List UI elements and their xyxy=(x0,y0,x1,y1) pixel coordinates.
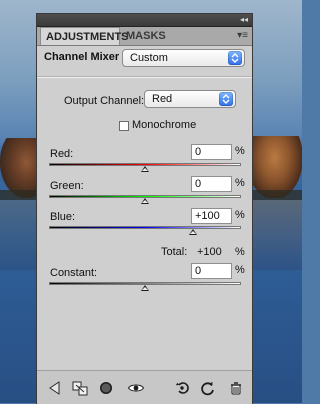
mask-icon[interactable] xyxy=(97,379,115,397)
previous-state-icon-svg xyxy=(175,382,189,394)
dropdown-arrow-svg xyxy=(222,94,230,104)
constant-percent: % xyxy=(235,264,245,276)
blue-slider-track[interactable] xyxy=(49,226,241,229)
red-value-input[interactable]: 0 xyxy=(191,144,232,160)
red-percent: % xyxy=(235,145,245,157)
background-reflection-right xyxy=(252,200,302,270)
panel-tabbar: ADJUSTMENTS MASKS ▾≡ xyxy=(37,27,252,46)
dropdown-arrow-icon xyxy=(228,51,242,65)
reset-icon-svg xyxy=(201,381,214,396)
red-label: Red: xyxy=(50,148,74,160)
back-icon[interactable] xyxy=(45,379,63,397)
blue-label: Blue: xyxy=(50,211,76,223)
collapse-panel-icon[interactable]: ◂◂ xyxy=(236,16,248,24)
adjustments-footer-toolbar xyxy=(37,370,252,404)
total-percent: % xyxy=(235,246,245,258)
monochrome-label: Monochrome xyxy=(132,119,197,131)
blue-slider-thumb[interactable] xyxy=(189,229,197,235)
background-shore-right xyxy=(252,190,302,200)
green-label: Green: xyxy=(50,180,84,192)
green-percent: % xyxy=(235,177,245,189)
total-value: +100 xyxy=(197,246,222,258)
adjustments-panel: ◂◂ ADJUSTMENTS MASKS ▾≡ Channel Mixer Cu… xyxy=(37,14,252,404)
clip-to-layer-icon[interactable] xyxy=(71,379,89,397)
preset-dropdown[interactable]: Custom xyxy=(122,49,245,67)
mask-icon-svg xyxy=(100,382,112,394)
constant-slider-thumb[interactable] xyxy=(141,285,149,291)
output-channel-label: Output Channel: xyxy=(64,95,145,107)
panel-titlebar[interactable]: ◂◂ xyxy=(37,14,252,27)
blue-value-input[interactable]: +100 xyxy=(191,208,232,224)
eye-icon-svg xyxy=(127,384,145,392)
clip-to-layer-icon-svg xyxy=(72,381,88,396)
green-value-input[interactable]: 0 xyxy=(191,176,232,192)
blue-percent: % xyxy=(235,209,245,221)
output-channel-dropdown[interactable]: Red xyxy=(144,90,236,108)
constant-value-input[interactable]: 0 xyxy=(191,263,232,279)
visibility-eye-icon[interactable] xyxy=(127,379,145,397)
dropdown-arrow-svg xyxy=(231,53,239,63)
panel-menu-icon[interactable]: ▾≡ xyxy=(232,31,248,41)
tab-masks[interactable]: MASKS xyxy=(121,27,169,45)
previous-state-icon[interactable] xyxy=(173,379,191,397)
background-trees-right xyxy=(252,136,302,198)
preset-value: Custom xyxy=(130,52,168,64)
back-icon-svg xyxy=(49,381,60,395)
divider xyxy=(37,76,252,77)
red-slider-thumb[interactable] xyxy=(141,166,149,172)
reset-icon[interactable] xyxy=(199,379,217,397)
output-channel-value: Red xyxy=(152,93,173,105)
adjustments-content: Channel Mixer Custom Output Channel: Red xyxy=(37,46,252,370)
dropdown-arrow-icon xyxy=(219,92,233,106)
trash-icon-svg xyxy=(231,382,241,395)
constant-label: Constant: xyxy=(50,267,98,279)
green-slider-thumb[interactable] xyxy=(141,198,149,204)
trash-icon[interactable] xyxy=(227,379,245,397)
monochrome-checkbox[interactable] xyxy=(119,121,129,131)
total-label: Total: xyxy=(161,246,188,258)
tab-adjustments[interactable]: ADJUSTMENTS xyxy=(40,27,129,45)
preset-label: Channel Mixer xyxy=(44,51,120,63)
